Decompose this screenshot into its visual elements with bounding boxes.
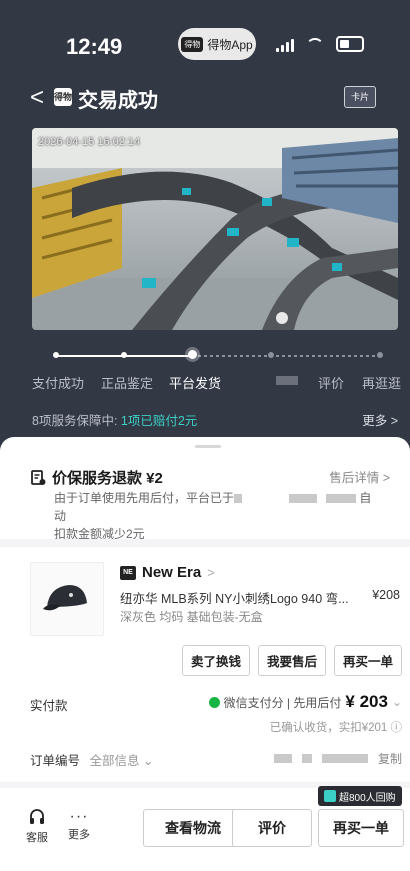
price-protect-title-text: 价保服务退款 ¥2 [52,470,163,487]
payment-label: 实付款 [30,699,68,713]
product-name: 纽亦华 MLB系列 NY小刺绣Logo 940 弯... ¥208 [120,588,400,607]
product-price: ¥208 [372,588,400,602]
step-dot [53,352,59,358]
all-info-link[interactable]: 全部信息 ⌄ [90,754,154,768]
product-thumbnail[interactable] [30,562,104,636]
app-logo-icon: 得物 [181,36,204,52]
step-label: 平台发货 [169,376,222,391]
headset-icon [30,809,44,824]
app-pill[interactable]: 得物 得物App [178,28,256,60]
chevron-right-icon: > [207,565,215,580]
rebuy-badge-text: 超800人回购 [339,792,396,804]
rebuy-bottom-button[interactable]: 再买一单 [318,809,404,847]
redacted-text [288,494,317,504]
view-logistics-button[interactable]: 查看物流 [143,809,243,847]
step-label[interactable]: 再逛逛 [362,373,401,392]
customer-service-button[interactable]: 客服 [26,808,48,845]
progress-track [56,355,380,357]
progress-steps: 支付成功 正品鉴定 平台发货 评价 再逛逛 [0,345,410,392]
brand-link[interactable]: NE New Era > [120,564,215,581]
rebuy-button[interactable]: 再买一单 [333,645,402,676]
order-number-value: 复制 [273,750,402,767]
warehouse-video[interactable]: 2026-04-15 16:02:14 [32,128,398,330]
wechat-pay-icon [208,696,220,708]
all-info-text: 全部信息 [89,754,140,768]
back-button[interactable]: < [30,84,44,112]
service-highlight: 1项已赔付2元 [120,414,198,428]
sell-button[interactable]: 卖了换钱 [181,645,250,676]
page-title: 交易成功 [78,90,158,112]
more-label: 更多 [68,829,90,841]
order-header-panel: 12:49 得物 得物App < 得物 交易成功 卡片 2026-04-15 1… [0,0,410,470]
copy-button[interactable]: 复制 [378,750,402,767]
nav-bar: < 得物 交易成功 卡片 [0,80,410,116]
card-button[interactable]: 卡片 [344,86,376,108]
payment-row: 实付款 微信支付分 | 先用后付 ¥ 203 ⌄ [30,692,402,714]
status-icons [276,36,364,52]
step-label: 评价 [318,376,345,391]
status-bar: 12:49 得物 得物App [0,22,410,62]
after-sale-button[interactable]: 我要售后 [257,645,326,676]
step-dot [268,352,274,358]
order-number-row: 订单编号 全部信息 ⌄ 复制 [30,750,402,769]
order-action-buttons: 卖了换钱 我要售后 再买一单 [181,645,402,676]
bag-icon [324,790,336,802]
status-time: 12:49 [66,34,123,59]
order-label: 订单编号 [30,754,81,768]
service-prefix: 8项服务保障中: [32,414,121,428]
dewu-logo-icon: 得物 [54,88,72,106]
new-era-logo-icon: NE [120,565,136,580]
more-button[interactable]: ··· 更多 [68,808,90,842]
divider [0,539,410,547]
pp-line1: 由于订单使用先用后付，平台已于 [54,491,235,505]
signal-icon [276,39,294,52]
redacted-text [326,494,357,504]
step-dot [121,352,127,358]
payment-method: 微信支付分 | 先用后付 [223,695,342,710]
price-protect-desc: 由于订单使用先用后付，平台已于 自动 扣款金额减少2元 [54,489,374,543]
chevron-down-icon: ⌄ [391,695,402,709]
payment-confirm: 已确认收货，实扣¥201 ⓘ [269,722,402,734]
service-guarantee[interactable]: 8项服务保障中: 1项已赔付2元 更多 > [32,410,398,429]
app-pill-label: 得物App [207,37,253,52]
customer-service-label: 客服 [26,832,48,844]
step-label-redacted [276,376,298,385]
redacted-order-id [301,754,312,763]
payment-amount: ¥ 203 [345,692,388,711]
warehouse-conveyor-image [32,128,398,330]
wifi-icon [306,38,324,52]
service-more-link[interactable]: 更多 > [362,410,398,429]
step-label: 支付成功 [32,376,85,391]
step-label: 正品鉴定 [101,376,154,391]
redacted-text [234,494,243,504]
sheet-handle[interactable] [195,445,221,448]
video-timestamp: 2026-04-15 16:02:14 [38,136,141,148]
battery-icon [336,36,364,52]
product-title: 纽亦华 MLB系列 NY小刺绣Logo 940 弯... [120,592,349,606]
step-dot-current [188,350,197,359]
redacted-order-id [321,754,368,763]
more-dots-icon: ··· [69,808,89,825]
after-sale-detail-link[interactable]: 售后详情 > [329,467,390,486]
rebuy-badge: 超800人回购 [318,786,402,806]
receipt-icon [31,469,46,485]
redacted-order-id [273,754,292,763]
payment-summary[interactable]: 微信支付分 | 先用后付 ¥ 203 ⌄ [208,692,402,712]
step-dot [377,352,383,358]
review-button[interactable]: 评价 [232,809,312,847]
cap-image [43,585,87,611]
product-spec: 深灰色 均码 基础包装-无盒 [120,610,263,624]
price-protect-section: 价保服务退款 ¥2 售后详情 > 由于订单使用先用后付，平台已于 自动 扣款金额… [30,467,390,541]
brand-name: New Era [142,564,202,581]
